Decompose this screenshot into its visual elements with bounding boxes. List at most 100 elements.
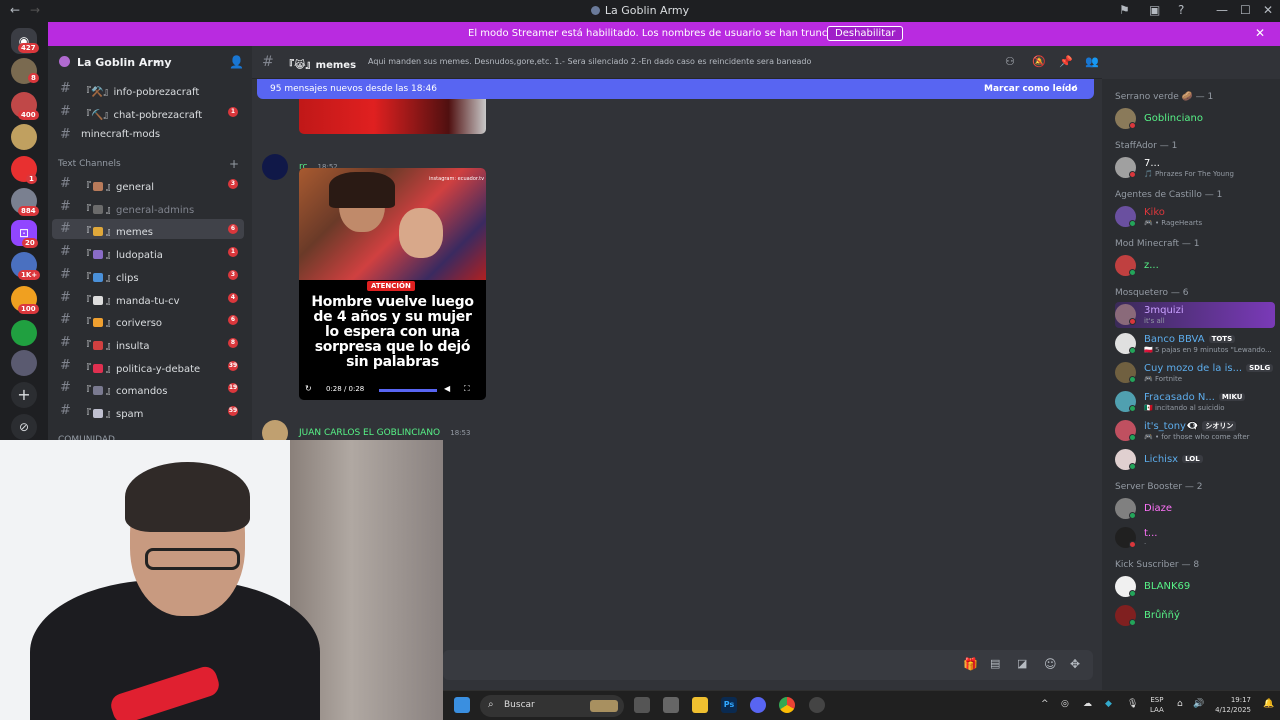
help-icon[interactable]: ? xyxy=(1178,3,1184,17)
windows-start-icon[interactable] xyxy=(454,697,470,713)
member-name: Banco BBVA xyxy=(1144,334,1205,345)
previous-image-attachment[interactable] xyxy=(299,99,486,134)
language-indicator[interactable]: ESP LAA xyxy=(1150,695,1164,715)
server-icon[interactable] xyxy=(11,350,37,376)
member-item[interactable]: z... xyxy=(1115,253,1275,279)
channel-item-spam[interactable]: # 『 』spam 59 xyxy=(52,401,244,421)
channel-item-general[interactable]: # 『 』general 3 xyxy=(52,174,244,194)
channel-prefix: 』 xyxy=(106,340,116,352)
member-item[interactable]: it's_tony👁️‍🗨️ シオリン 🎮 • for those who come… xyxy=(1115,418,1275,444)
mark-as-read-button[interactable]: Marcar como leído xyxy=(984,84,1078,94)
avatar[interactable] xyxy=(262,154,288,180)
microphone-icon[interactable]: 🎙 xyxy=(1127,699,1138,709)
member-item[interactable]: Kiko 🎮 • RageHearts xyxy=(1115,204,1275,230)
video-progress-bar[interactable] xyxy=(379,389,437,392)
member-item[interactable]: 3mquizi it's all xyxy=(1115,302,1275,328)
server-badge: 20 xyxy=(22,238,38,248)
volume-icon[interactable]: ◀ xyxy=(444,384,450,393)
close-icon[interactable]: ✕ xyxy=(1263,3,1273,17)
message-input-box[interactable]: 🎁 ▤ ◪ ☺ ✥ xyxy=(443,650,1093,680)
member-item[interactable]: Diaze xyxy=(1115,496,1275,522)
maximize-icon[interactable]: ☐ xyxy=(1240,3,1251,17)
channel-item-comandos[interactable]: # 『 』comandos 19 xyxy=(52,378,244,398)
member-item[interactable]: 7... 🎵 Phrazes For The Young xyxy=(1115,155,1275,181)
volume-icon[interactable]: 🔊 xyxy=(1193,699,1204,709)
chevron-down-icon: ⌄ xyxy=(152,55,161,66)
server-icon[interactable] xyxy=(11,320,37,346)
channel-item-info-pobrezacraft[interactable]: # 『⚒️』info-pobrezacraft xyxy=(52,79,244,99)
channel-item-manda-tu-cv[interactable]: # 『 』manda-tu-cv 4 xyxy=(52,288,244,308)
member-item[interactable]: Brůňñý xyxy=(1115,603,1275,629)
clock[interactable]: 19:17 4/12/2025 xyxy=(1211,695,1251,715)
task-view-icon[interactable] xyxy=(634,697,650,713)
member-item[interactable]: Banco BBVA TOTS 🇵🇱 5 pajas en 9 minutos "L… xyxy=(1115,331,1275,357)
channel-item-insulta[interactable]: # 『 』insulta 8 xyxy=(52,333,244,353)
apps-icon[interactable]: ✥ xyxy=(1070,657,1080,671)
obs-icon[interactable] xyxy=(809,697,825,713)
unread-badge: 8 xyxy=(228,337,238,348)
photoshop-icon[interactable]: Ps xyxy=(721,697,737,713)
threads-icon[interactable]: ⚇ xyxy=(1005,55,1015,68)
discord-icon[interactable] xyxy=(750,697,766,713)
unread-badge: 39 xyxy=(228,360,238,371)
screen-share-icon[interactable]: ▣ xyxy=(1149,3,1160,17)
member-item[interactable]: Cuy mozo de la is... SDLG 🎮 Fortnite xyxy=(1115,360,1275,386)
member-status: 🇲🇽 incitando al suicidio xyxy=(1144,404,1225,412)
notifications-icon[interactable]: 🔔 xyxy=(1263,699,1274,709)
gift-icon[interactable]: 🎁 xyxy=(963,657,978,671)
new-messages-bar[interactable]: 95 mensajes nuevos desde las 18:46 Marca… xyxy=(257,79,1094,99)
disable-button[interactable]: Deshabilitar xyxy=(827,26,904,41)
flag-icon[interactable]: ⚑ xyxy=(1119,3,1130,17)
gif-icon[interactable]: ▤ xyxy=(990,657,1000,670)
tray-chevron-icon[interactable]: ^ xyxy=(1041,699,1049,709)
member-item[interactable]: Fracasado N... MIKU 🇲🇽 incitando al suicid… xyxy=(1115,389,1275,415)
pin-icon[interactable]: 📌 xyxy=(1059,55,1073,68)
discover-icon[interactable]: ⊘ xyxy=(11,414,37,440)
replay-icon[interactable]: ↻ xyxy=(305,384,312,393)
tray-app-icon[interactable]: ◎ xyxy=(1061,699,1069,709)
mute-bell-icon[interactable]: 🔕 xyxy=(1032,55,1046,68)
fullscreen-icon[interactable]: ⛶ xyxy=(464,384,470,394)
invite-people-icon[interactable]: 👤 xyxy=(229,55,244,69)
network-icon[interactable]: ⌂ xyxy=(1177,699,1183,709)
member-item[interactable]: t... · xyxy=(1115,525,1275,551)
member-item[interactable]: Lichisx LOL xyxy=(1115,447,1275,473)
video-attachment[interactable]: instagram: ecuador.tv ATENCIÓN Hombre vu… xyxy=(299,168,486,400)
file-explorer-icon[interactable] xyxy=(692,697,708,713)
sticker-icon[interactable]: ◪ xyxy=(1017,657,1027,670)
unread-badge: 3 xyxy=(228,179,238,189)
channel-item-chat-pobrezacraft[interactable]: # 『⛏️』chat-pobrezacraft 1 xyxy=(52,102,244,122)
add-server-icon[interactable]: + xyxy=(11,382,37,408)
emoji-icon[interactable]: ☺ xyxy=(1044,657,1057,671)
minimize-icon[interactable]: — xyxy=(1216,3,1228,17)
onedrive-icon[interactable]: ☁ xyxy=(1083,699,1092,709)
channel-prefix: 』 xyxy=(106,204,116,216)
status-dot xyxy=(1129,122,1136,129)
channel-item-politica-y-debate[interactable]: # 『 』politica-y-debate 39 xyxy=(52,356,244,376)
member-name: Cuy mozo de la is... xyxy=(1144,363,1243,374)
chrome-icon[interactable] xyxy=(779,697,795,713)
close-banner-icon[interactable]: ✕ xyxy=(1255,26,1265,40)
hash-icon: # xyxy=(60,127,71,142)
message-header: JUAN CARLOS EL GOBLINCIANO 18:53 xyxy=(299,420,470,439)
category-text-channels[interactable]: Text Channels xyxy=(58,159,121,169)
server-icon[interactable] xyxy=(11,124,37,150)
channel-item-general-admins[interactable]: # 『 』general-admins xyxy=(52,197,244,217)
add-channel-icon[interactable]: + xyxy=(229,157,239,171)
channel-item-coriverso[interactable]: # 『 』coriverso 6 xyxy=(52,310,244,330)
channel-item-minecraft-mods[interactable]: # minecraft-mods xyxy=(52,125,244,145)
channel-item-clips[interactable]: # 『 』clips 3 xyxy=(52,265,244,285)
channel-item-memes[interactable]: # 『 』memes 6 xyxy=(52,219,244,240)
message-author[interactable]: JUAN CARLOS EL GOBLINCIANO xyxy=(299,428,440,438)
members-list-icon[interactable]: 👥 xyxy=(1085,55,1099,68)
video-badge: ATENCIÓN xyxy=(367,281,415,291)
server-header[interactable]: La Goblin Army ⌄ 👤 xyxy=(48,46,252,78)
tray-app-icon[interactable]: ◆ xyxy=(1105,699,1112,709)
channel-topic[interactable]: Aqui manden sus memes. Desnudos,gore,etc… xyxy=(368,57,988,66)
member-tag: LOL xyxy=(1182,455,1203,463)
member-item[interactable]: Goblinciano xyxy=(1115,106,1275,132)
taskbar-search[interactable]: ⌕ Buscar xyxy=(480,695,624,717)
member-item[interactable]: BLANK69 xyxy=(1115,574,1275,600)
app-icon[interactable] xyxy=(663,697,679,713)
channel-item-ludopatia[interactable]: # 『 』ludopatia 1 xyxy=(52,242,244,262)
